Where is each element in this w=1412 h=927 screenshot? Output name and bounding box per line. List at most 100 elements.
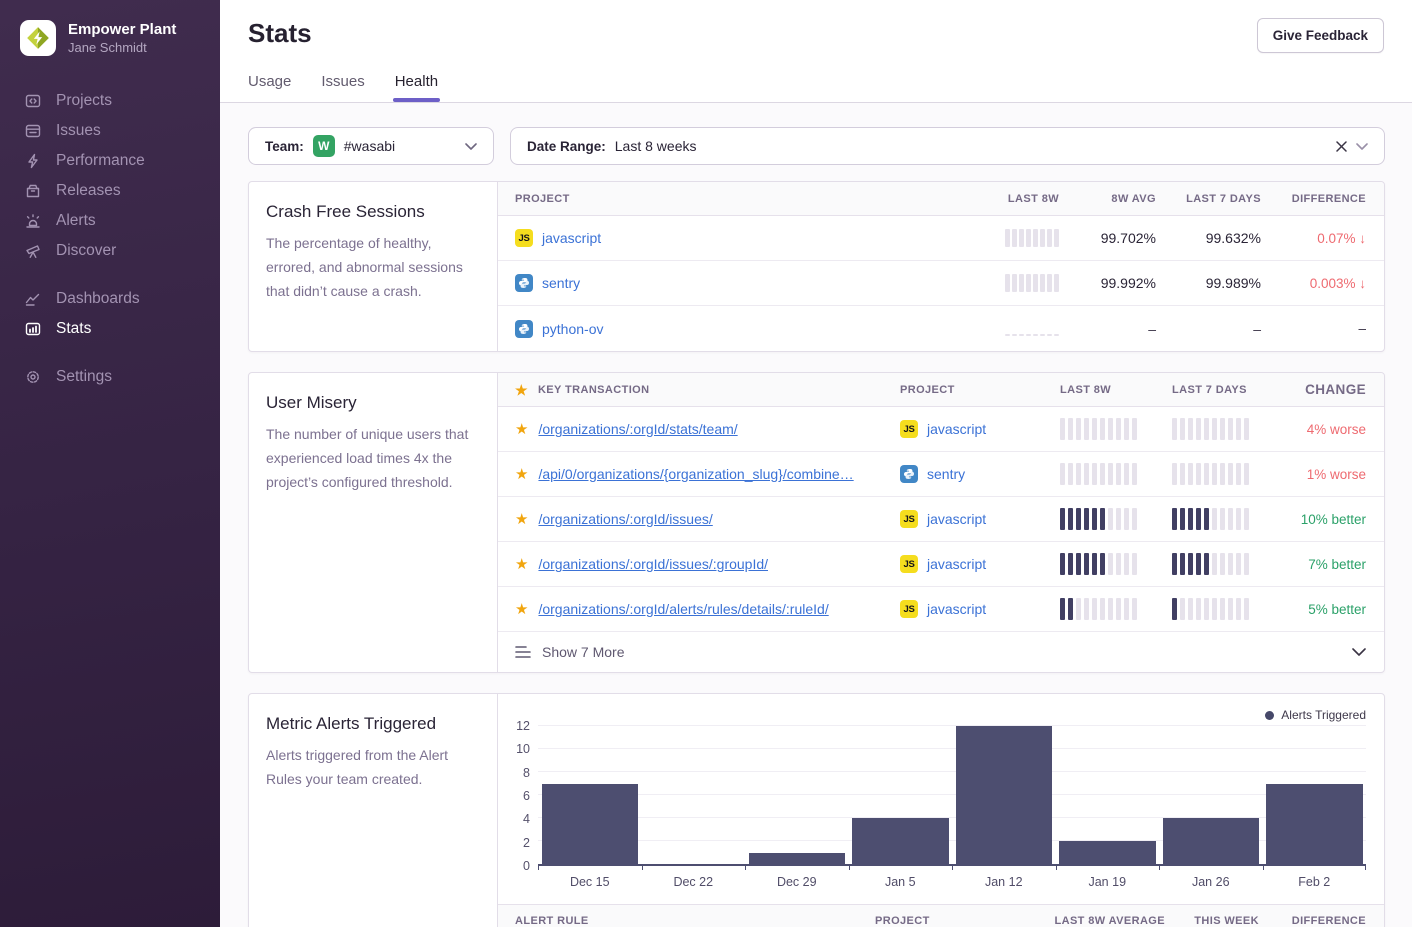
panel-description: Alerts triggered from the Alert Rules yo… bbox=[266, 743, 479, 791]
star-icon[interactable]: ★ bbox=[515, 512, 528, 527]
y-tick-label: 0 bbox=[523, 859, 530, 873]
table-row: ★ /api/0/organizations/{organization_slug… bbox=[498, 452, 1384, 497]
project-link[interactable]: sentry bbox=[927, 466, 965, 482]
chart-bar bbox=[849, 726, 953, 864]
table-row: ★ /organizations/:orgId/stats/team/ JS jav… bbox=[498, 407, 1384, 452]
sidebar-item-releases[interactable]: Releases bbox=[0, 176, 220, 206]
transaction-link[interactable]: /organizations/:orgId/issues/:groupId/ bbox=[538, 556, 768, 572]
x-tick-label: Feb 2 bbox=[1263, 866, 1367, 889]
chart-y-axis: 024681012 bbox=[512, 726, 538, 866]
alerts-chart: Alerts Triggered 024681012 Dec 15Dec 22D… bbox=[498, 694, 1384, 889]
platform-icon bbox=[515, 320, 533, 338]
y-tick-label: 12 bbox=[516, 719, 530, 733]
sidebar: Empower Plant Jane Schmidt Projects Issu… bbox=[0, 0, 220, 927]
y-tick-label: 8 bbox=[523, 766, 530, 780]
chart-bars bbox=[538, 726, 1366, 864]
show-more-button[interactable]: Show 7 More bbox=[498, 632, 1384, 672]
chart-bar bbox=[1056, 726, 1160, 864]
org-name: Empower Plant bbox=[68, 21, 176, 39]
platform-icon: JS bbox=[900, 555, 918, 573]
project-link[interactable]: javascript bbox=[927, 421, 986, 437]
last-7d-value: – bbox=[1156, 321, 1261, 337]
misery-sparkline-7d bbox=[1172, 553, 1249, 575]
team-selector[interactable]: Team: W #wasabi bbox=[248, 127, 494, 165]
project-link[interactable]: javascript bbox=[927, 511, 986, 527]
date-range-value: Last 8 weeks bbox=[615, 138, 697, 154]
chevron-down-icon bbox=[1352, 648, 1366, 656]
sidebar-item-discover[interactable]: Discover bbox=[0, 236, 220, 266]
sidebar-item-performance[interactable]: Performance bbox=[0, 146, 220, 176]
platform-icon: JS bbox=[515, 229, 533, 247]
sparkline-8w bbox=[1005, 274, 1059, 292]
sidebar-item-dashboards[interactable]: Dashboards bbox=[0, 284, 220, 314]
star-icon[interactable]: ★ bbox=[515, 602, 528, 617]
panel-description: The number of unique users that experien… bbox=[266, 422, 479, 494]
change-value: 4% worse bbox=[1284, 422, 1366, 437]
tab-usage[interactable]: Usage bbox=[248, 73, 291, 102]
project-link[interactable]: javascript bbox=[542, 230, 601, 246]
org-text: Empower Plant Jane Schmidt bbox=[68, 21, 176, 56]
platform-icon: JS bbox=[900, 420, 918, 438]
star-icon: ★ bbox=[515, 383, 528, 397]
date-range-selector[interactable]: Date Range: Last 8 weeks bbox=[510, 127, 1385, 165]
alert-rule-table-header: ALERT RULE PROJECT LAST 8W AVERAGE THIS … bbox=[498, 904, 1384, 927]
nav-label: Performance bbox=[56, 152, 145, 170]
col-last-8w: LAST 8W bbox=[1060, 384, 1172, 396]
chevron-down-icon[interactable] bbox=[1356, 143, 1368, 150]
sidebar-item-projects[interactable]: Projects bbox=[0, 86, 220, 116]
misery-sparkline-8w bbox=[1060, 598, 1137, 620]
alerts-icon bbox=[25, 213, 42, 229]
change-value: 5% better bbox=[1284, 602, 1366, 617]
col-difference: DIFFERENCE bbox=[1259, 915, 1366, 927]
transaction-link[interactable]: /api/0/organizations/{organization_slug}… bbox=[538, 466, 853, 482]
col-project: PROJECT bbox=[875, 915, 1038, 927]
star-icon[interactable]: ★ bbox=[515, 467, 528, 482]
col-difference: DIFFERENCE bbox=[1261, 193, 1366, 205]
transaction-link[interactable]: /organizations/:orgId/alerts/rules/detai… bbox=[538, 601, 828, 617]
sidebar-item-settings[interactable]: Settings bbox=[0, 362, 220, 392]
tab-issues[interactable]: Issues bbox=[321, 73, 364, 102]
project-link[interactable]: javascript bbox=[927, 556, 986, 572]
table-row: python-ov – – – bbox=[498, 306, 1384, 351]
star-icon[interactable]: ★ bbox=[515, 557, 528, 572]
col-project: PROJECT bbox=[900, 384, 1060, 396]
difference-value: – bbox=[1261, 321, 1366, 336]
y-tick-label: 2 bbox=[523, 836, 530, 850]
arrow-down-icon: ↓ bbox=[1359, 276, 1366, 291]
nav-label: Dashboards bbox=[56, 290, 140, 308]
y-tick-label: 6 bbox=[523, 789, 530, 803]
project-link[interactable]: python-ov bbox=[542, 321, 603, 337]
give-feedback-button[interactable]: Give Feedback bbox=[1257, 18, 1384, 53]
org-switcher[interactable]: Empower Plant Jane Schmidt bbox=[0, 16, 220, 60]
star-icon[interactable]: ★ bbox=[515, 422, 528, 437]
panel-title: Crash Free Sessions bbox=[266, 202, 479, 222]
x-tick-label: Dec 15 bbox=[538, 866, 642, 889]
sidebar-item-stats[interactable]: Stats bbox=[0, 314, 220, 344]
col-last-8w: LAST 8W bbox=[949, 193, 1059, 205]
change-value: 7% better bbox=[1284, 557, 1366, 572]
arrow-down-icon: ↓ bbox=[1359, 231, 1366, 246]
col-last-7-days: LAST 7 DAYS bbox=[1156, 193, 1261, 205]
misery-sparkline-8w bbox=[1060, 553, 1137, 575]
project-link[interactable]: sentry bbox=[542, 275, 580, 291]
table-row: ★ /organizations/:orgId/alerts/rules/deta… bbox=[498, 587, 1384, 632]
nav-label: Projects bbox=[56, 92, 112, 110]
sidebar-item-issues[interactable]: Issues bbox=[0, 116, 220, 146]
metric-alerts-panel: Metric Alerts Triggered Alerts triggered… bbox=[248, 693, 1385, 927]
app-root: Empower Plant Jane Schmidt Projects Issu… bbox=[0, 0, 1412, 927]
team-label: Team: bbox=[265, 139, 304, 154]
avg-8w-value: – bbox=[1059, 321, 1156, 337]
transaction-link[interactable]: /organizations/:orgId/stats/team/ bbox=[538, 421, 737, 437]
nav-label: Releases bbox=[56, 182, 121, 200]
project-link[interactable]: javascript bbox=[927, 601, 986, 617]
user-misery-panel: User Misery The number of unique users t… bbox=[248, 372, 1385, 673]
col-8w-avg: 8W AVG bbox=[1059, 193, 1156, 205]
col-change: CHANGE bbox=[1284, 382, 1366, 397]
sparkline-8w bbox=[1005, 322, 1059, 336]
transaction-link[interactable]: /organizations/:orgId/issues/ bbox=[538, 511, 712, 527]
col-key-transaction: KEY TRANSACTION bbox=[538, 384, 650, 396]
clear-icon[interactable] bbox=[1336, 141, 1347, 152]
sidebar-item-alerts[interactable]: Alerts bbox=[0, 206, 220, 236]
tab-health[interactable]: Health bbox=[395, 73, 438, 102]
metric-alerts-description-pane: Metric Alerts Triggered Alerts triggered… bbox=[249, 694, 498, 927]
